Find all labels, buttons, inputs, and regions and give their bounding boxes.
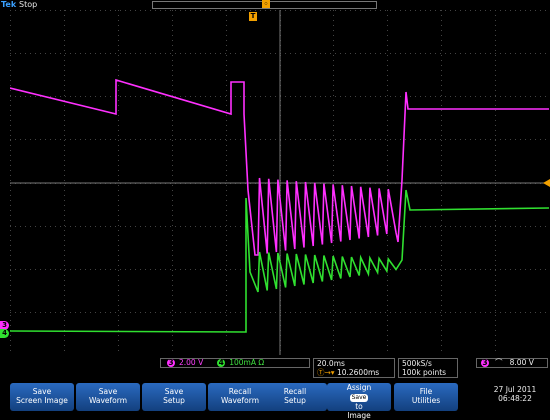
- date-time: 27 Jul 2011 06:48:22: [482, 385, 548, 403]
- save-key-badge: Save: [349, 394, 369, 402]
- save-setup-button[interactable]: Save Setup: [142, 383, 206, 411]
- ch4-ground-marker[interactable]: 4: [0, 329, 9, 338]
- save-waveform-button[interactable]: Save Waveform: [76, 383, 140, 411]
- softkey-menu: Save Screen Image Save Waveform Save Set…: [0, 383, 550, 420]
- softkey-line1: Recall: [283, 387, 307, 396]
- waveform-display[interactable]: [10, 10, 549, 355]
- file-utilities-button[interactable]: File Utilities: [394, 383, 458, 411]
- softkey-line1: Assign: [346, 383, 372, 392]
- time-label: 06:48:22: [498, 394, 532, 403]
- softkey-line2: Setup: [284, 396, 306, 405]
- trigger-level-marker[interactable]: [543, 179, 550, 187]
- brand-logo: Tek: [1, 0, 17, 9]
- ch4-badge: 4: [217, 358, 226, 367]
- softkey-line2: Setup: [163, 396, 185, 405]
- trigger-level: 8.00 V: [509, 358, 534, 367]
- ch4-scale: 100mA Ω: [229, 358, 265, 367]
- timebase-readout[interactable]: 20.0ms Ⓣ→▾ 10.2600ms: [313, 358, 395, 378]
- trigger-readout[interactable]: 3 ⌒ 8.00 V: [476, 358, 548, 368]
- assign-save-button[interactable]: Assign Save to Image: [327, 383, 391, 420]
- channel-readout[interactable]: 3 2.00 V 4 100mA Ω: [160, 358, 310, 368]
- trigger-position-marker: ◦: [262, 0, 270, 8]
- readout-row: 3 2.00 V 4 100mA Ω 20.0ms Ⓣ→▾ 10.2600ms 500…: [0, 356, 550, 380]
- softkey-line1: File: [419, 387, 433, 396]
- softkey-line1: Save: [98, 387, 118, 396]
- softkey-line2: Screen Image: [16, 396, 68, 405]
- softkey-line2: Waveform: [88, 396, 128, 405]
- softkey-line2: to: [355, 402, 363, 411]
- ch3-scale: 2.00 V: [179, 358, 204, 367]
- delay-prefix: Ⓣ→▾: [317, 368, 335, 377]
- status-bar: Tek Stop ◦: [0, 0, 550, 10]
- acquisition-readout[interactable]: 500kS/s 100k points: [398, 358, 458, 378]
- record-length: 100k points: [402, 368, 447, 377]
- ch3-badge: 3: [167, 358, 175, 367]
- save-screen-image-button[interactable]: Save Screen Image: [10, 383, 74, 411]
- run-state-label: Stop: [19, 0, 38, 9]
- date-label: 27 Jul 2011: [493, 385, 537, 394]
- center-axes: [10, 10, 549, 355]
- timebase-scale: 20.0ms: [317, 359, 345, 368]
- graticule-svg: [10, 10, 549, 355]
- softkey-line1: Save: [164, 387, 184, 396]
- sample-rate: 500kS/s: [402, 359, 432, 368]
- trigger-source-badge: 3: [481, 358, 489, 367]
- softkey-line3: Image: [347, 411, 371, 420]
- softkey-line1: Save: [32, 387, 52, 396]
- softkey-line2: Utilities: [411, 396, 441, 405]
- trigger-slope-icon: ⌒: [495, 358, 503, 367]
- delay-value: 10.2600ms: [336, 368, 380, 377]
- recall-setup-button[interactable]: Recall Setup: [263, 383, 327, 411]
